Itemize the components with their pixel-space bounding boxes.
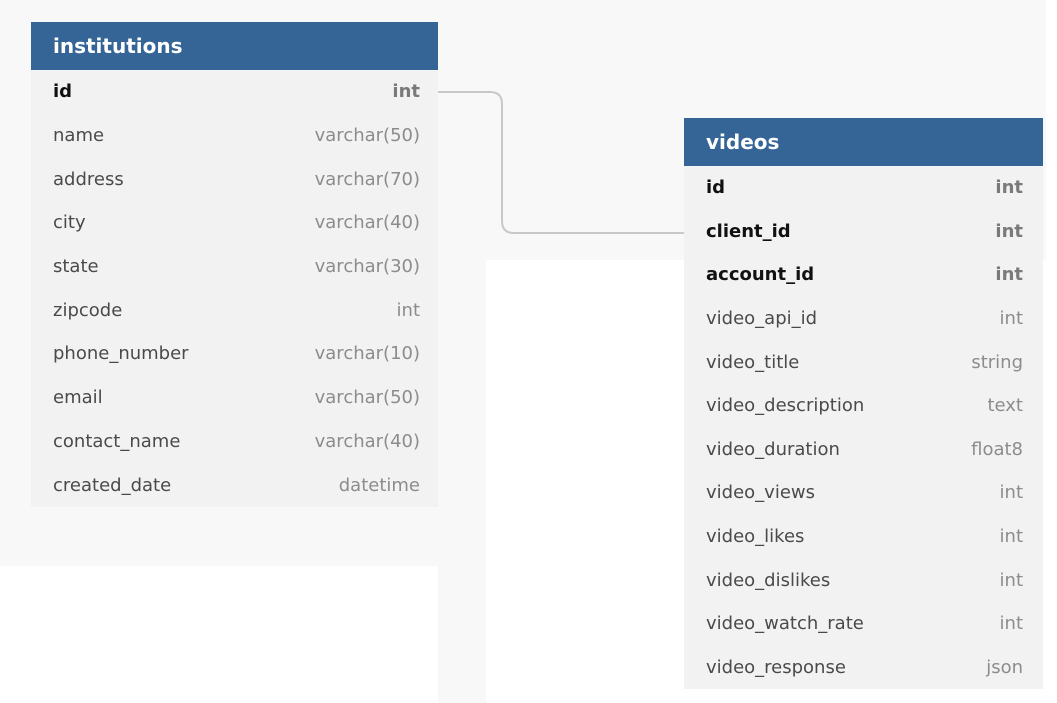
column-row[interactable]: video_duration float8 [684,428,1043,472]
column-name: video_views [706,482,815,504]
column-type: varchar(50) [314,387,420,409]
column-name: video_watch_rate [706,613,864,635]
column-name: address [53,168,124,190]
column-type: int [999,526,1023,548]
column-row[interactable]: video_response json [684,646,1043,690]
column-type: varchar(40) [314,430,420,452]
column-name: video_title [706,351,800,373]
column-list: id int name varchar(50) address varchar(70) ci… [31,70,438,507]
column-type: int [995,177,1023,199]
column-name: created_date [53,474,172,496]
column-row[interactable]: video_watch_rate int [684,602,1043,646]
column-type: varchar(40) [314,212,420,234]
column-row[interactable]: name varchar(50) [31,114,438,158]
column-type: varchar(50) [314,125,420,147]
column-name: email [53,387,103,409]
column-type: float8 [971,438,1023,460]
column-row[interactable]: state varchar(30) [31,245,438,289]
column-name: video_duration [706,438,840,460]
column-name: id [706,177,726,199]
column-type: int [999,613,1023,635]
column-name: video_api_id [706,308,818,330]
column-row[interactable]: client_id int [684,210,1043,254]
column-row[interactable]: video_title string [684,340,1043,384]
column-type: json [986,656,1023,678]
canvas-background [438,260,486,703]
column-name: video_dislikes [706,569,831,591]
column-type: int [999,569,1023,591]
column-row[interactable]: video_description text [684,384,1043,428]
column-row[interactable]: created_date datetime [31,463,438,507]
column-name: state [53,256,99,278]
column-name: account_id [706,264,815,286]
column-name: city [53,212,86,234]
column-row[interactable]: video_dislikes int [684,558,1043,602]
column-type: datetime [338,474,420,496]
column-type: int [396,299,420,321]
column-type: string [971,351,1023,373]
column-row[interactable]: contact_name varchar(40) [31,420,438,464]
column-type: varchar(70) [314,168,420,190]
column-type: int [392,81,420,103]
canvas-background [0,566,438,703]
column-name: video_response [706,656,846,678]
column-type: varchar(10) [314,343,420,365]
column-name: phone_number [53,343,189,365]
column-name: video_likes [706,526,805,548]
column-type: varchar(30) [314,256,420,278]
column-row[interactable]: city varchar(40) [31,201,438,245]
column-row[interactable]: id int [31,70,438,114]
column-name: client_id [706,220,791,242]
canvas-background [1046,0,1057,703]
table-videos[interactable]: videos id int client_id int account_id int vid… [684,118,1043,690]
column-row[interactable]: phone_number varchar(10) [31,332,438,376]
column-name: id [53,81,73,103]
column-name: zipcode [53,299,123,321]
column-row[interactable]: id int [684,166,1043,210]
column-row[interactable]: video_likes int [684,515,1043,559]
column-row[interactable]: email varchar(50) [31,376,438,420]
column-name: name [53,125,105,147]
table-header[interactable]: videos [684,118,1043,166]
column-type: text [987,395,1023,417]
column-type: int [999,482,1023,504]
column-list: id int client_id int account_id int video_api_… [684,166,1043,689]
column-row[interactable]: zipcode int [31,288,438,332]
table-institutions[interactable]: institutions id int name varchar(50) address… [31,22,438,507]
column-row[interactable]: account_id int [684,253,1043,297]
column-row[interactable]: address varchar(70) [31,157,438,201]
column-type: int [999,308,1023,330]
table-header[interactable]: institutions [31,22,438,70]
column-row[interactable]: video_api_id int [684,297,1043,341]
column-type: int [995,220,1023,242]
column-row[interactable]: video_views int [684,471,1043,515]
column-name: contact_name [53,430,181,452]
column-name: video_description [706,395,865,417]
column-type: int [995,264,1023,286]
